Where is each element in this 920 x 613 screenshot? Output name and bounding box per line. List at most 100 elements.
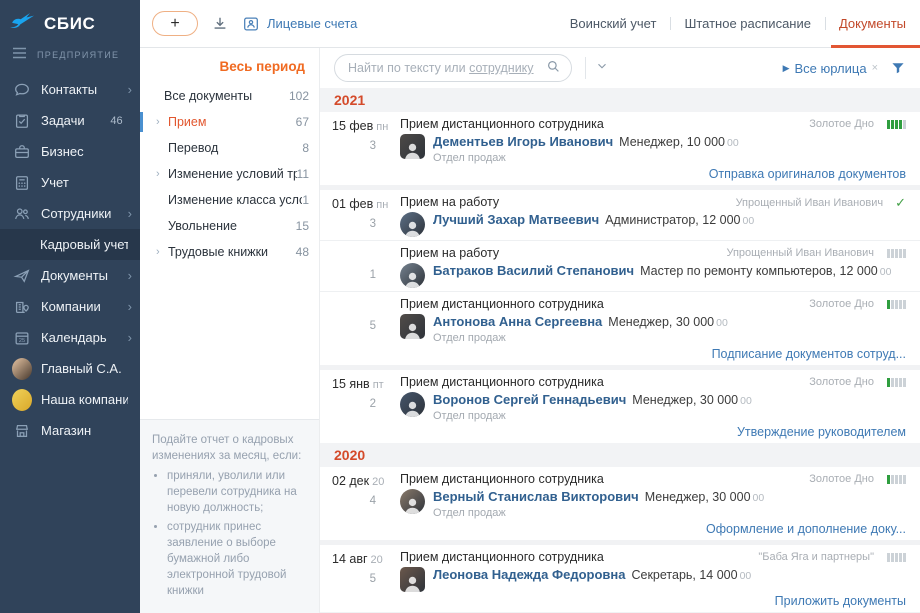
status-indicator [886,378,906,387]
workflow-stage-link[interactable]: Утверждение руководителем [737,425,906,439]
sidebar-item-documents[interactable]: Документы › [0,260,140,291]
sidebar: СБИС ПРЕДПРИЯТИЕ Контакты › Задачи 46 › … [0,0,140,613]
main-menu-toggle[interactable]: ПРЕДПРИЯТИЕ [0,44,140,74]
category-item[interactable]: › Все документы 102 [140,83,319,109]
sidebar-item-companies[interactable]: Компании › [0,291,140,322]
category-item[interactable]: › Трудовые книжки 48 [140,239,319,265]
employee-name-link[interactable]: Воронов Сергей Геннадьевич [433,392,626,407]
tab-воинский-учет[interactable]: Воинский учет [556,0,671,47]
company-icon [12,297,32,317]
employee-name-link[interactable]: Антонова Анна Сергеевна [433,314,602,329]
workflow-stage-link[interactable]: Отправка оригиналов документов [709,167,906,181]
brand[interactable]: СБИС [0,8,140,44]
doc-date: 01 февпн [332,195,400,213]
employee-avatar [400,212,425,237]
tab-документы[interactable]: Документы [825,0,920,47]
doc-group-count: 2 [332,398,400,410]
category-item[interactable]: › Увольнение 15 [140,213,319,239]
employee-name-link[interactable]: Лучший Захар Матвеевич [433,212,599,227]
department-label: Отдел продаж [433,152,739,165]
download-icon[interactable] [211,15,229,33]
help-bullet: сотрудник принес заявление о выборе бума… [167,519,307,599]
org-filter-label: Все юрлица [794,61,866,76]
document-row[interactable]: 14 авг20 5 Прием дистанционного сотрудни… [320,540,920,612]
doc-group-count: 5 [332,320,400,332]
document-row[interactable]: 1 Прием на работу Батраков Василий Степа… [320,240,920,291]
help-intro: Подайте отчет о кадровых изменениях за м… [152,432,307,464]
doc-date [332,246,400,264]
status-indicator [886,120,906,129]
doc-date: 14 авг20 [332,550,400,568]
category-item[interactable]: › Прием 67 [140,109,319,135]
position-salary: Менеджер, 10 000 [619,135,725,149]
document-row[interactable]: 5 Прием дистанционного сотрудника Антоно… [320,291,920,365]
sidebar-item-tasks[interactable]: Задачи 46 › [0,105,140,136]
sidebar-item-business[interactable]: Бизнес › [0,136,140,167]
employee-name-link[interactable]: Леонова Надежда Федоровна [433,567,625,582]
document-list: 2021 15 февпн 3 Прием дистанционного сот… [320,88,920,613]
responsible-label: Золотое Дно [809,118,874,130]
responsible-label: "Баба Яга и партнеры" [758,551,874,563]
category-item[interactable]: › Изменение класса условий 1 [140,187,319,213]
sidebar-item-accounting[interactable]: Учет › [0,167,140,198]
chevron-right-icon: › [128,207,132,220]
expand-arrow-icon[interactable]: › [156,168,168,180]
workflow-stage-link[interactable]: Подписание документов сотруд... [712,347,906,361]
help-bullet: приняли, уволили или перевели сотрудника… [167,468,307,516]
document-row[interactable]: 02 дек20 4 Прием дистанционного сотрудни… [320,467,920,540]
filter-funnel-icon[interactable] [890,60,906,76]
tab-штатное-расписание[interactable]: Штатное расписание [670,0,825,47]
search-row: Найти по тексту или сотруднику ▶ Все юрл… [320,48,920,88]
sidebar-item-employees[interactable]: Сотрудники › [0,198,140,229]
add-document-button[interactable]: + [152,11,198,36]
employee-name-link[interactable]: Верный Станислав Викторович [433,489,639,504]
people-icon [12,204,32,224]
org-filter-clear-icon[interactable]: × [872,62,878,74]
employee-avatar [400,489,425,514]
brand-name: СБИС [44,14,95,34]
sidebar-item-hr-records[interactable]: Кадровый учет › [0,229,140,260]
status-indicator [886,553,906,562]
sidebar-item-our-company[interactable]: Наша компания › [0,384,140,415]
calendar-icon: 25 [12,328,32,348]
category-list: › Все документы 102 › Прием 67 › Перевод… [140,83,319,265]
employee-name-link[interactable]: Батраков Василий Степанович [433,263,634,278]
briefcase-icon [12,142,32,162]
filter-panel: Весь период › Все документы 102 › Прием … [140,48,320,613]
avatar-user [12,359,32,379]
expand-arrow-icon[interactable]: › [156,246,168,258]
employee-name-link[interactable]: Дементьев Игорь Иванович [433,134,613,149]
personal-accounts-link[interactable]: Лицевые счета [267,16,357,31]
category-item[interactable]: › Перевод 8 [140,135,319,161]
period-filter[interactable]: Весь период [140,48,319,83]
chevron-right-icon: › [128,331,132,344]
workflow-stage-link[interactable]: Оформление и дополнение доку... [706,522,906,536]
chevron-right-icon: › [128,269,132,282]
org-filter[interactable]: ▶ Все юрлица × [783,61,878,76]
year-section: 2020 02 дек20 4 Прием дистанционного сот… [320,443,920,613]
category-count: 8 [302,141,309,155]
search-employee-link[interactable]: сотруднику [469,61,533,75]
doc-date: 15 янвпт [332,375,400,393]
sidebar-item-profile[interactable]: Главный С.А. › [0,353,140,384]
position-salary: Менеджер, 30 000 [608,315,714,329]
divider [585,57,586,79]
category-item[interactable]: › Изменение условий труда 11 [140,161,319,187]
sidebar-nav: Контакты › Задачи 46 › Бизнес › Учет › С… [0,74,140,446]
document-row[interactable]: 15 февпн 3 Прием дистанционного сотрудни… [320,112,920,185]
sidebar-item-contacts[interactable]: Контакты › [0,74,140,105]
sidebar-item-calendar[interactable]: 25 Календарь › [0,322,140,353]
document-row[interactable]: 15 янвпт 2 Прием дистанционного сотрудни… [320,365,920,443]
doc-group-count: 3 [332,140,400,152]
expand-arrow-icon[interactable]: › [156,116,168,128]
search-input[interactable]: Найти по тексту или сотруднику [334,54,572,82]
search-icon[interactable] [546,59,561,77]
sidebar-item-shop[interactable]: Магазин › [0,415,140,446]
personal-accounts-icon[interactable] [242,15,260,33]
workflow-stage-link[interactable]: Приложить документы [775,594,906,608]
topbar: + Лицевые счета Воинский учет Штатное ра… [140,0,920,48]
doc-group-count: 1 [332,269,400,281]
document-row[interactable]: 01 февпн 3 Прием на работу Лучший Захар … [320,185,920,240]
search-options-chevron-icon[interactable] [595,59,609,78]
doc-date: 15 февпн [332,117,400,135]
